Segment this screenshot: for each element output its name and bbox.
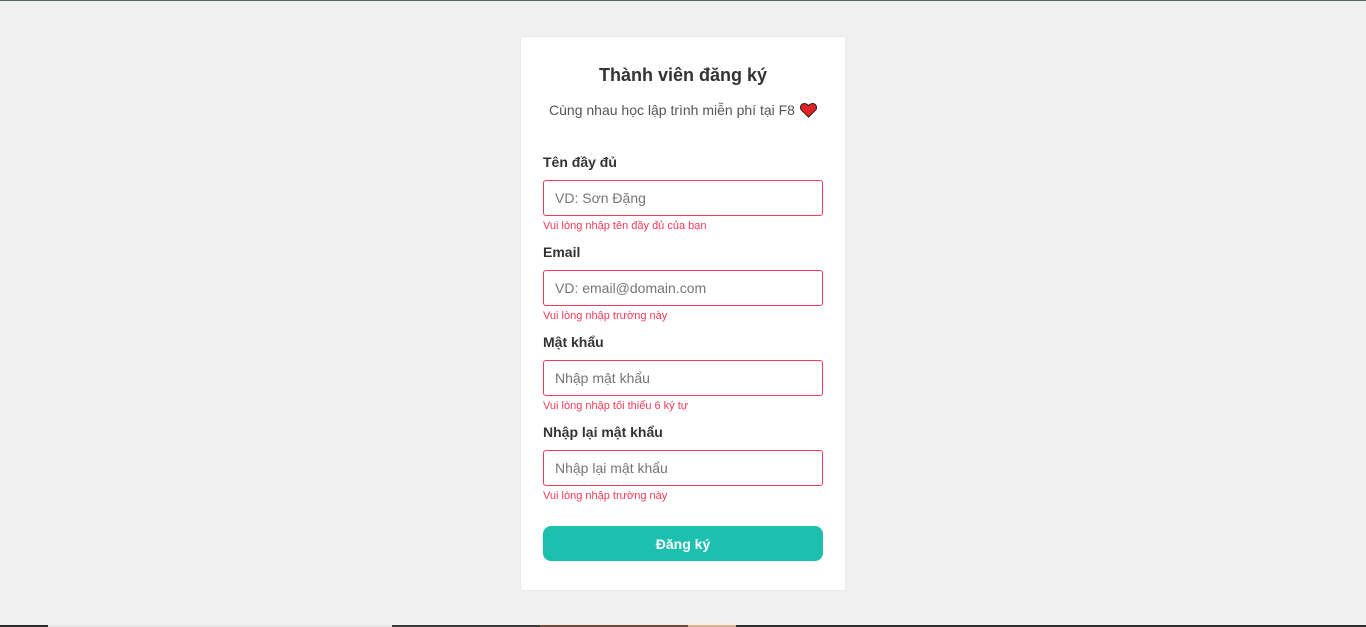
register-form: Thành viên đăng ký Cùng nhau học lập trì… [521,37,845,590]
password-confirm-label: Nhập lại mật khẩu [543,424,663,440]
register-submit-button[interactable]: Đăng ký [543,526,823,561]
form-title: Thành viên đăng ký [598,65,768,85]
password-confirm-group: Nhập lại mật khẩu Vui lòng nhập trường n… [543,424,823,503]
fullname-label: Tên đầy đủ [543,154,617,170]
fullname-group: Tên đầy đủ Vui lòng nhập tên đầy đủ của … [543,154,823,233]
fullname-error-message: Vui lòng nhập tên đầy đủ của bạn [543,220,707,232]
email-error-message: Vui lòng nhập trường này [543,310,668,322]
password-label: Mật khẩu [543,334,604,350]
password-group: Mật khẩu Vui lòng nhập tối thiểu 6 ký tự [543,334,823,413]
password-error-message: Vui lòng nhập tối thiểu 6 ký tự [543,400,689,412]
form-description: Cùng nhau học lập trình miễn phí tại F8 [521,102,845,121]
password-confirm-input[interactable] [543,450,823,486]
email-group: Email Vui lòng nhập trường này [543,244,823,323]
heart-icon [799,103,817,121]
email-label: Email [543,244,581,260]
password-confirm-error-message: Vui lòng nhập trường này [543,490,668,502]
password-input[interactable] [543,360,823,396]
email-input[interactable] [543,270,823,306]
window-top-border [0,0,1366,1]
fullname-input[interactable] [543,180,823,216]
form-description-text: Cùng nhau học lập trình miễn phí tại F8 [549,102,795,118]
